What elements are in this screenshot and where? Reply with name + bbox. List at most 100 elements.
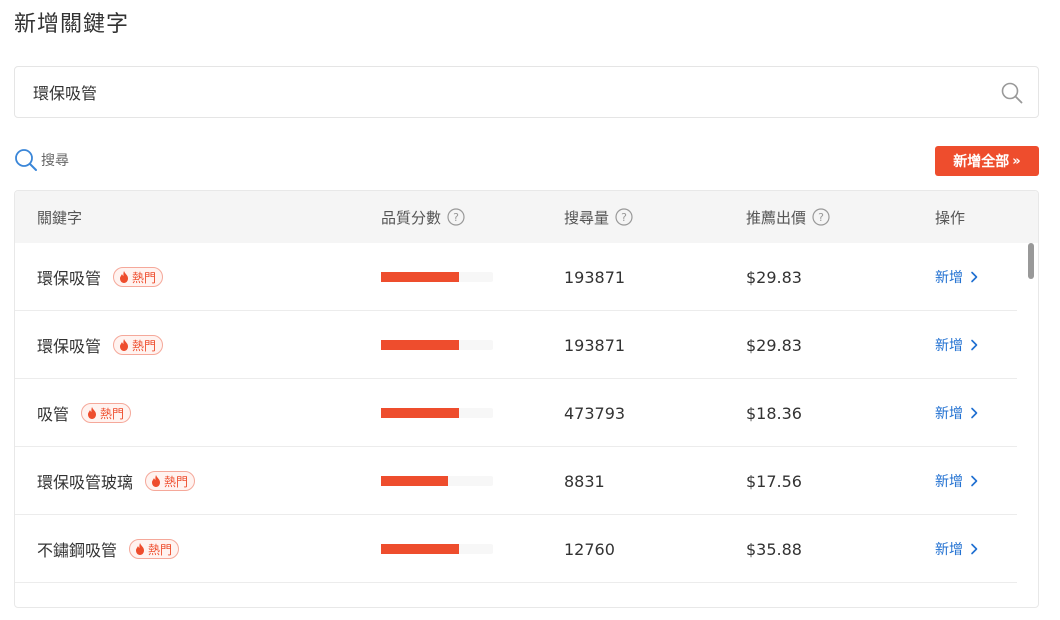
toolbar-row: 搜尋 新增全部 » bbox=[14, 146, 1039, 176]
suggested-bid-cell: $18.36 bbox=[746, 403, 802, 423]
flame-icon bbox=[120, 271, 129, 283]
hot-badge-label: 熱門 bbox=[164, 474, 189, 489]
help-icon[interactable]: ? bbox=[812, 208, 830, 226]
table-header: 關鍵字 品質分數 ? 搜尋量 ? 推薦出價 ? 操作 bbox=[15, 191, 1038, 243]
quality-cell bbox=[381, 243, 493, 311]
header-quality-label: 品質分數 bbox=[381, 208, 442, 227]
action-cell: 新增 bbox=[935, 379, 979, 447]
quality-score-bar bbox=[381, 476, 493, 486]
search-volume-cell: 8831 bbox=[564, 471, 605, 491]
header-action: 操作 bbox=[935, 191, 965, 243]
header-quality: 品質分數 ? bbox=[381, 191, 465, 243]
suggested-bid-cell: $29.83 bbox=[746, 335, 802, 355]
keyword-table: 關鍵字 品質分數 ? 搜尋量 ? 推薦出價 ? 操作 環保吸管熱門 193871… bbox=[14, 190, 1039, 608]
search-volume-cell: 193871 bbox=[564, 335, 626, 355]
header-search-volume-label: 搜尋量 bbox=[564, 208, 610, 227]
svg-text:?: ? bbox=[818, 211, 824, 224]
chevron-right-icon bbox=[971, 407, 978, 419]
scrollbar-thumb[interactable] bbox=[1028, 243, 1034, 279]
hot-badge: 熱門 bbox=[129, 539, 180, 559]
suggested-bid-cell: $35.88 bbox=[746, 539, 802, 559]
svg-text:?: ? bbox=[621, 211, 627, 224]
table-body: 環保吸管 熱門 193871 $29.83 新增 環保吸管 熱門 193871 $29.83 新增… bbox=[15, 243, 1038, 607]
quality-score-bar bbox=[381, 408, 493, 418]
quality-cell bbox=[381, 447, 493, 515]
keyword-text: 吸管 bbox=[37, 405, 70, 424]
filter-search-link[interactable]: 搜尋 bbox=[14, 146, 69, 174]
search-icon bbox=[15, 149, 37, 171]
flame-icon bbox=[136, 543, 145, 555]
quality-score-fill bbox=[381, 544, 460, 554]
page-title: 新增關鍵字 bbox=[14, 12, 130, 37]
add-keyword-label: 新增 bbox=[935, 542, 963, 558]
action-cell: 新增 bbox=[935, 447, 979, 515]
table-row: 吸管 熱門 473793 $18.36 新增 bbox=[15, 379, 1017, 447]
search-volume-cell: 12760 bbox=[564, 539, 615, 559]
hot-badge: 熱門 bbox=[81, 403, 132, 423]
hot-badge-label: 熱門 bbox=[132, 338, 157, 353]
keyword-search-box[interactable] bbox=[14, 66, 1039, 118]
suggested-bid-cell: $17.56 bbox=[746, 471, 802, 491]
hot-badge-label: 熱門 bbox=[100, 406, 125, 421]
action-cell: 新增 bbox=[935, 243, 979, 311]
keyword-cell: 不鏽鋼吸管 熱門 bbox=[37, 515, 180, 583]
search-icon[interactable] bbox=[1000, 81, 1024, 105]
keyword-search-input[interactable] bbox=[15, 67, 975, 117]
chevron-right-icon bbox=[971, 543, 978, 555]
chevron-right-icon bbox=[971, 271, 978, 283]
suggested-bid-cell: $29.83 bbox=[746, 267, 802, 287]
hot-badge: 熱門 bbox=[113, 267, 164, 287]
quality-cell bbox=[381, 515, 493, 583]
add-keyword-button[interactable]: 新增 bbox=[935, 335, 979, 355]
help-icon[interactable]: ? bbox=[447, 208, 465, 226]
filter-search-label: 搜尋 bbox=[41, 153, 69, 169]
search-volume-cell: 193871 bbox=[564, 267, 626, 287]
hot-badge-label: 熱門 bbox=[148, 542, 173, 557]
keyword-cell: 環保吸管 熱門 bbox=[37, 243, 164, 311]
chevron-right-icon bbox=[971, 475, 978, 487]
quality-score-fill bbox=[381, 340, 460, 350]
add-all-label: 新增全部 bbox=[953, 154, 1010, 170]
table-row: 環保吸管玻璃 熱門 8831 $17.56 新增 bbox=[15, 447, 1017, 515]
header-suggested-bid: 推薦出價 ? bbox=[746, 191, 830, 243]
help-icon[interactable]: ? bbox=[615, 208, 633, 226]
hot-badge: 熱門 bbox=[145, 471, 196, 491]
keyword-cell: 環保吸管 熱門 bbox=[37, 311, 164, 379]
quality-score-fill bbox=[381, 476, 449, 486]
add-keyword-label: 新增 bbox=[935, 338, 963, 354]
hot-badge: 熱門 bbox=[113, 335, 164, 355]
table-row: 不鏽鋼吸管 熱門 12760 $35.88 新增 bbox=[15, 515, 1017, 583]
keyword-text: 環保吸管 bbox=[37, 337, 102, 356]
svg-text:?: ? bbox=[453, 211, 459, 224]
add-keyword-label: 新增 bbox=[935, 406, 963, 422]
add-keyword-button[interactable]: 新增 bbox=[935, 403, 979, 423]
quality-score-fill bbox=[381, 408, 460, 418]
flame-icon bbox=[120, 339, 129, 351]
chevron-right-icon bbox=[971, 339, 978, 351]
header-suggested-bid-label: 推薦出價 bbox=[746, 208, 807, 227]
add-keyword-button[interactable]: 新增 bbox=[935, 471, 979, 491]
action-cell: 新增 bbox=[935, 515, 979, 583]
action-cell: 新增 bbox=[935, 311, 979, 379]
add-keyword-label: 新增 bbox=[935, 270, 963, 286]
table-scrollbar[interactable] bbox=[1026, 243, 1036, 607]
quality-score-bar bbox=[381, 272, 493, 282]
hot-badge-label: 熱門 bbox=[132, 270, 157, 285]
flame-icon bbox=[88, 407, 97, 419]
table-row: 環保吸管 熱門 193871 $29.83 新增 bbox=[15, 243, 1017, 311]
keyword-text: 環保吸管玻璃 bbox=[37, 473, 134, 492]
quality-score-fill bbox=[381, 272, 460, 282]
keyword-text: 環保吸管 bbox=[37, 269, 102, 288]
quality-score-bar bbox=[381, 340, 493, 350]
table-row: 環保吸管 熱門 193871 $29.83 新增 bbox=[15, 311, 1017, 379]
header-action-label: 操作 bbox=[935, 208, 966, 227]
double-chevron-right-icon: » bbox=[1012, 153, 1021, 169]
keyword-text: 不鏽鋼吸管 bbox=[37, 541, 118, 560]
add-keyword-label: 新增 bbox=[935, 474, 963, 490]
add-keyword-button[interactable]: 新增 bbox=[935, 539, 979, 559]
add-all-button[interactable]: 新增全部 » bbox=[935, 146, 1039, 176]
quality-cell bbox=[381, 311, 493, 379]
quality-cell bbox=[381, 379, 493, 447]
keyword-cell: 吸管 熱門 bbox=[37, 379, 132, 447]
add-keyword-button[interactable]: 新增 bbox=[935, 267, 979, 287]
